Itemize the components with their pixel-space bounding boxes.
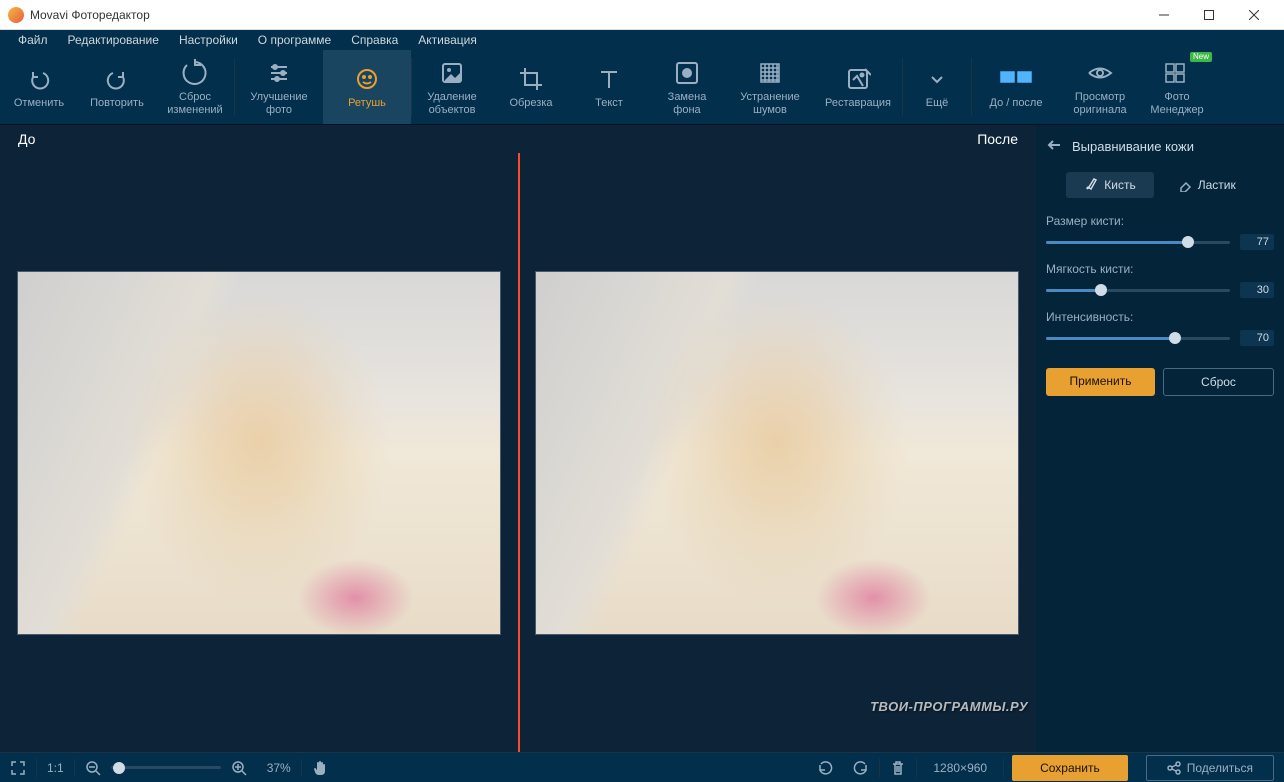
eraser-tab[interactable]: Ластик	[1160, 172, 1254, 198]
softness-slider[interactable]	[1046, 289, 1230, 292]
background-button[interactable]: Замена фона	[648, 50, 726, 124]
text-icon	[596, 63, 622, 95]
intensity-value[interactable]: 70	[1240, 330, 1274, 346]
workspace: До После ТВОИ-ПРОГРАММЫ.РУ Выравнивание …	[0, 125, 1284, 752]
noise-icon	[757, 57, 783, 89]
statusbar: 1:1 37% 1280×960 Сохранить Поделиться	[0, 752, 1284, 782]
eye-icon	[1087, 57, 1113, 89]
brush-size-row: Размер кисти: 77	[1046, 214, 1274, 250]
crop-icon	[518, 63, 544, 95]
panel-reset-button[interactable]: Сброс	[1163, 368, 1274, 396]
remove-objects-button[interactable]: Удаление объектов	[412, 50, 492, 124]
retouch-button[interactable]: Ретушь	[323, 50, 411, 124]
zoom-slider[interactable]	[111, 753, 221, 782]
after-pane	[518, 153, 1036, 752]
view-original-button[interactable]: Просмотр оригинала	[1060, 50, 1140, 124]
redo-icon	[103, 63, 131, 95]
restore-icon	[845, 63, 871, 95]
panel-header: Выравнивание кожи	[1046, 137, 1274, 156]
before-after-button[interactable]: До / после	[972, 50, 1060, 124]
text-button[interactable]: Текст	[570, 50, 648, 124]
menu-help[interactable]: Справка	[341, 31, 408, 49]
zoom-value: 37%	[257, 753, 301, 782]
photo-manager-button[interactable]: New Фото Менеджер	[1140, 50, 1214, 124]
menu-about[interactable]: О программе	[248, 31, 341, 49]
after-image[interactable]	[535, 271, 1019, 635]
intensity-label: Интенсивность:	[1046, 310, 1274, 324]
enhance-icon	[265, 57, 293, 89]
panel-title: Выравнивание кожи	[1072, 139, 1194, 154]
undo-icon	[25, 63, 53, 95]
noise-button[interactable]: Устранение шумов	[726, 50, 814, 124]
brush-icon	[1084, 178, 1098, 192]
zoom-ratio[interactable]: 1:1	[37, 753, 74, 782]
remove-icon	[439, 57, 465, 89]
window-title: Movavi Фоторедактор	[30, 8, 1141, 22]
fullscreen-button[interactable]	[0, 753, 36, 782]
rotate-left-button[interactable]	[807, 753, 843, 782]
reset-icon	[181, 57, 209, 89]
image-dimensions: 1280×960	[917, 761, 1003, 775]
brush-tab[interactable]: Кисть	[1066, 172, 1153, 198]
maximize-button[interactable]	[1186, 0, 1231, 30]
brush-size-slider[interactable]	[1046, 241, 1230, 244]
manager-icon	[1164, 57, 1190, 89]
intensity-slider[interactable]	[1046, 337, 1230, 340]
zoom-in-button[interactable]	[221, 753, 257, 782]
retouch-icon	[353, 63, 381, 95]
zoom-out-button[interactable]	[75, 753, 111, 782]
menu-edit[interactable]: Редактирование	[58, 31, 169, 49]
enhance-button[interactable]: Улучшение фото	[235, 50, 323, 124]
softness-label: Мягкость кисти:	[1046, 262, 1274, 276]
menubar: Файл Редактирование Настройки О программ…	[0, 30, 1284, 50]
eraser-icon	[1178, 178, 1192, 192]
minimize-button[interactable]	[1141, 0, 1186, 30]
new-badge: New	[1190, 52, 1212, 62]
reset-changes-button[interactable]: Сброс изменений	[156, 50, 234, 124]
menu-file[interactable]: Файл	[8, 31, 58, 49]
titlebar: Movavi Фоторедактор	[0, 0, 1284, 30]
rotate-right-button[interactable]	[843, 753, 879, 782]
menu-activation[interactable]: Активация	[408, 31, 487, 49]
intensity-row: Интенсивность: 70	[1046, 310, 1274, 346]
before-pane	[0, 153, 518, 752]
before-image[interactable]	[17, 271, 501, 635]
back-button[interactable]	[1046, 137, 1062, 156]
toolbar: Отменить Повторить Сброс изменений Улучш…	[0, 50, 1284, 125]
before-after-icon	[1000, 63, 1032, 95]
restore-button[interactable]: Реставрация	[814, 50, 902, 124]
save-button[interactable]: Сохранить	[1012, 755, 1128, 781]
canvas-area: До После ТВОИ-ПРОГРАММЫ.РУ	[0, 125, 1036, 752]
chevron-down-icon	[927, 63, 947, 95]
share-icon	[1167, 761, 1181, 775]
softness-row: Мягкость кисти: 30	[1046, 262, 1274, 298]
menu-settings[interactable]: Настройки	[169, 31, 248, 49]
background-icon	[674, 57, 700, 89]
crop-button[interactable]: Обрезка	[492, 50, 570, 124]
brush-size-label: Размер кисти:	[1046, 214, 1274, 228]
after-label: После	[977, 131, 1018, 147]
undo-button[interactable]: Отменить	[0, 50, 78, 124]
split-divider[interactable]	[518, 153, 520, 752]
before-label: До	[18, 131, 977, 147]
hand-tool-button[interactable]	[302, 753, 338, 782]
redo-button[interactable]: Повторить	[78, 50, 156, 124]
softness-value[interactable]: 30	[1240, 282, 1274, 298]
apply-button[interactable]: Применить	[1046, 368, 1155, 396]
brush-size-value[interactable]: 77	[1240, 234, 1274, 250]
delete-button[interactable]	[880, 753, 916, 782]
app-logo-icon	[8, 7, 24, 23]
share-button[interactable]: Поделиться	[1136, 753, 1284, 782]
more-button[interactable]: Ещё	[903, 50, 971, 124]
close-button[interactable]	[1231, 0, 1276, 30]
watermark: ТВОИ-ПРОГРАММЫ.РУ	[870, 699, 1028, 714]
side-panel: Выравнивание кожи Кисть Ластик Размер ки…	[1036, 125, 1284, 752]
